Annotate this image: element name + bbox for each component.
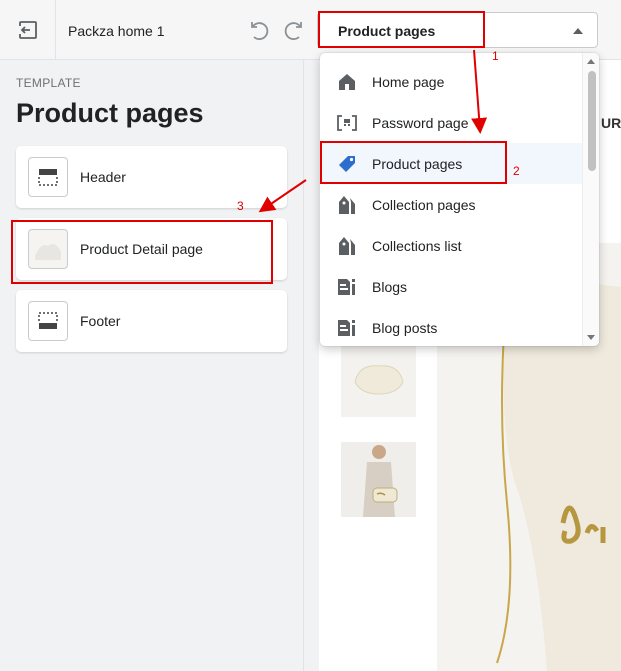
password-icon xyxy=(336,112,358,134)
header-section-icon xyxy=(28,157,68,197)
product-thumbnail[interactable] xyxy=(341,342,416,417)
product-tag-icon xyxy=(336,153,358,175)
step-number-3: 3 xyxy=(237,199,244,213)
template-heading: TEMPLATE xyxy=(16,76,81,90)
menu-item-label: Blog posts xyxy=(372,320,438,336)
home-icon xyxy=(336,71,358,93)
exit-icon xyxy=(18,21,37,39)
section-label: Product Detail page xyxy=(80,241,203,257)
menu-item-label: Password page xyxy=(372,115,469,131)
dropdown-scrollbar[interactable] xyxy=(582,53,599,346)
menu-item-label: Product pages xyxy=(372,156,463,172)
menu-item-collection-pages[interactable]: Collection pages xyxy=(320,184,582,225)
template-dropdown-menu: Home page Password page Product pages Co… xyxy=(320,53,599,346)
section-label: Header xyxy=(80,169,126,185)
undo-icon[interactable] xyxy=(246,18,270,42)
preview-gutter xyxy=(304,60,319,671)
redo-icon[interactable] xyxy=(283,18,307,42)
theme-name: Packza home 1 xyxy=(68,23,165,39)
template-selector-value: Product pages xyxy=(338,23,436,39)
sidebar: TEMPLATE Product pages Header Product De… xyxy=(0,60,304,671)
menu-item-home-page[interactable]: Home page xyxy=(320,61,582,102)
section-header[interactable]: Header xyxy=(16,146,287,208)
preview-partial-heading: URE xyxy=(601,115,621,131)
exit-editor-button[interactable] xyxy=(0,0,56,60)
scrollbar-thumb[interactable] xyxy=(588,71,596,171)
blog-icon xyxy=(336,276,358,298)
scroll-up-arrow-icon[interactable] xyxy=(587,59,595,64)
menu-item-product-pages[interactable]: Product pages xyxy=(320,143,582,184)
product-thumbnail[interactable] xyxy=(341,442,416,517)
menu-item-collections-list[interactable]: Collections list xyxy=(320,225,582,266)
editor-topbar: Packza home 1 Product pages xyxy=(0,0,621,60)
step-number-1: 1 xyxy=(492,49,499,63)
page-title: Product pages xyxy=(16,98,204,128)
scroll-down-arrow-icon[interactable] xyxy=(587,335,595,340)
section-label: Footer xyxy=(80,313,121,329)
collection-icon xyxy=(336,194,358,216)
section-footer[interactable]: Footer xyxy=(16,290,287,352)
footer-section-icon xyxy=(28,301,68,341)
menu-item-label: Collection pages xyxy=(372,197,476,213)
menu-item-label: Blogs xyxy=(372,279,408,295)
blog-post-icon xyxy=(336,317,358,339)
caret-up-icon xyxy=(573,28,583,34)
product-image-thumbnail xyxy=(28,229,68,269)
menu-item-label: Home page xyxy=(372,74,445,90)
menu-item-label: Collections list xyxy=(372,238,462,254)
menu-item-blog-posts[interactable]: Blog posts xyxy=(320,307,582,346)
menu-item-password-page[interactable]: Password page xyxy=(320,102,582,143)
collections-list-icon xyxy=(336,235,358,257)
step-number-2: 2 xyxy=(513,164,520,178)
menu-item-blogs[interactable]: Blogs xyxy=(320,266,582,307)
template-selector[interactable]: Product pages xyxy=(317,12,598,48)
section-product-detail[interactable]: Product Detail page xyxy=(16,218,287,280)
